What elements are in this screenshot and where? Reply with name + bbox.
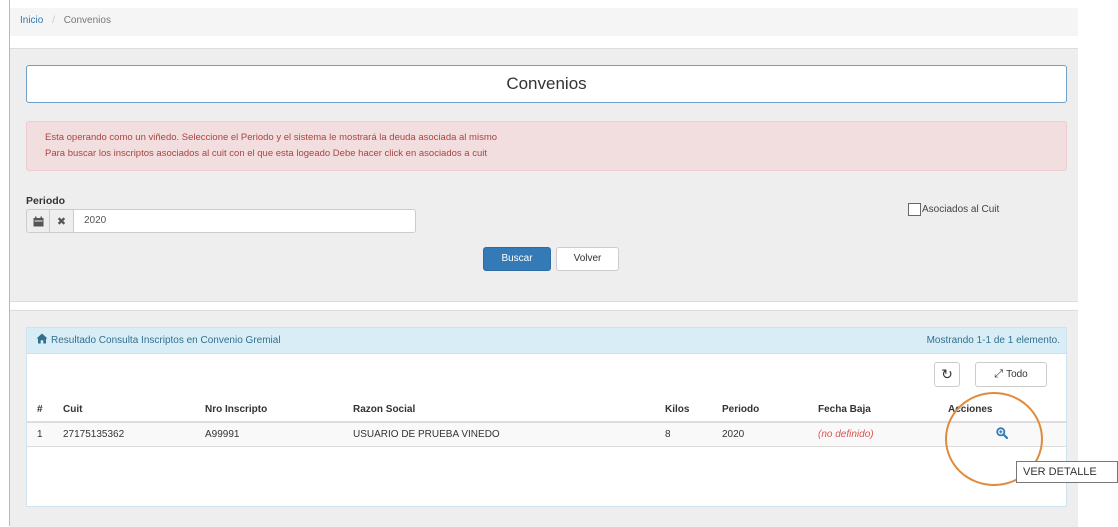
cell-cuit: 27175135362 <box>53 422 195 447</box>
table-row: 1 27175135362 A99991 USUARIO DE PRUEBA V… <box>27 422 1066 447</box>
tooltip: VER DETALLE <box>1016 461 1118 483</box>
periodo-input[interactable]: 2020 <box>74 209 416 233</box>
cell-razon-social: USUARIO DE PRUEBA VINEDO <box>343 422 655 447</box>
results-count: Mostrando 1-1 de 1 elemento. <box>926 335 1060 346</box>
results-box: Resultado Consulta Inscriptos en Conveni… <box>26 327 1067 507</box>
todo-button-label: Todo <box>1006 369 1028 380</box>
column-header[interactable]: Fecha Baja <box>808 397 938 423</box>
home-icon <box>36 329 48 354</box>
results-panel: Resultado Consulta Inscriptos en Conveni… <box>10 310 1078 527</box>
table-header-row: # Cuit Nro Inscripto Razon Social Kilos … <box>27 397 1066 423</box>
zoom-icon[interactable] <box>996 427 1009 442</box>
expand-icon: ⤢ <box>994 368 1004 380</box>
alert-line-2: Para buscar los inscriptos asociados al … <box>45 148 488 159</box>
results-heading: Resultado Consulta Inscriptos en Conveni… <box>27 328 1066 354</box>
breadcrumb-current: Convenios <box>63 15 111 26</box>
info-alert: Esta operando como un viñedo. Seleccione… <box>26 121 1067 171</box>
breadcrumb-separator: / <box>52 15 55 26</box>
column-header[interactable]: Razon Social <box>343 397 655 423</box>
page-title: Convenios <box>26 65 1067 103</box>
column-header: Acciones <box>938 397 1066 423</box>
todo-button[interactable]: ⤢ Todo <box>975 362 1047 387</box>
column-header[interactable]: # <box>27 397 53 423</box>
back-button[interactable]: Volver <box>556 247 619 271</box>
column-header[interactable]: Cuit <box>53 397 195 423</box>
periodo-label: Periodo <box>26 195 66 207</box>
refresh-icon: ↻ <box>941 366 953 382</box>
search-button[interactable]: Buscar <box>483 247 551 271</box>
close-icon[interactable]: ✖ <box>50 209 74 233</box>
cell-fecha-baja: (no definido) <box>808 422 938 447</box>
breadcrumb: Inicio / Convenios <box>10 8 1078 36</box>
asociados-checkbox[interactable] <box>908 203 921 216</box>
search-panel: Convenios Esta operando como un viñedo. … <box>10 48 1078 302</box>
cell-periodo: 2020 <box>712 422 808 447</box>
periodo-input-group: ✖ 2020 <box>26 209 416 233</box>
results-table: # Cuit Nro Inscripto Razon Social Kilos … <box>27 397 1066 447</box>
column-header[interactable]: Kilos <box>655 397 712 423</box>
calendar-icon[interactable] <box>26 209 50 233</box>
cell-num: 1 <box>27 422 53 447</box>
refresh-button[interactable]: ↻ <box>934 362 960 387</box>
breadcrumb-home-link[interactable]: Inicio <box>20 15 43 26</box>
asociados-label: Asociados al Cuit <box>922 204 1000 215</box>
column-header[interactable]: Periodo <box>712 397 808 423</box>
cell-kilos: 8 <box>655 422 712 447</box>
column-header[interactable]: Nro Inscripto <box>195 397 343 423</box>
asociados-checkbox-group[interactable]: Asociados al Cuit <box>908 203 999 216</box>
results-heading-title: Resultado Consulta Inscriptos en Conveni… <box>51 335 281 346</box>
cell-acciones <box>938 422 1066 447</box>
alert-line-1: Esta operando como un viñedo. Seleccione… <box>45 132 498 143</box>
cell-nro-inscripto: A99991 <box>195 422 343 447</box>
